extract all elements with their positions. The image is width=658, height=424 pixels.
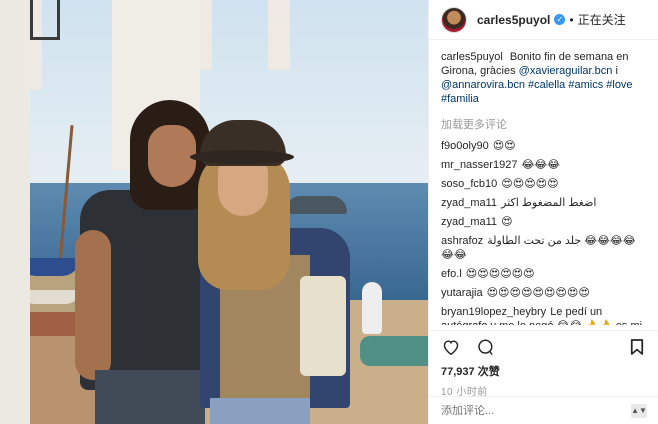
post-caption: carles5puyol Bonito fin de semana en Gir… (441, 50, 646, 106)
post-side-panel: carles5puyol ✓ • 正在关注 carles5puyol Bonit… (428, 0, 658, 424)
comment-icon[interactable] (475, 337, 495, 357)
comment-username[interactable]: f9o0oly90 (441, 140, 489, 152)
caption-separator: i (615, 65, 618, 77)
load-more-comments-button[interactable]: 加载更多评论 (441, 116, 646, 132)
comment-text: 😍😍😍😍😍😍😍😍😍 (486, 287, 590, 299)
comment-username[interactable]: efo.l (441, 268, 462, 280)
comment-item: efo.l 😍😍😍😍😍😍 (441, 267, 646, 281)
caption-mention-1[interactable]: @xavieraguilar.bcn (519, 65, 613, 77)
post-photo[interactable] (0, 0, 428, 424)
action-icons-row (441, 331, 647, 363)
photo-tote-bag (300, 276, 346, 376)
comment-item: f9o0oly90 😍😍 (441, 139, 646, 153)
post-actions: 77,937 次赞 10 小时前 (429, 330, 658, 398)
comment-text: اضغط المضغوط اكثر (501, 197, 597, 209)
heart-icon[interactable] (441, 337, 461, 357)
comment-username[interactable]: zyad_ma11 (441, 216, 497, 228)
avatar[interactable] (441, 6, 467, 33)
comment-username[interactable]: bryan19lopez_heybry (441, 306, 546, 318)
comment-item: yutarajia 😍😍😍😍😍😍😍😍😍 (441, 286, 646, 300)
photo-island (285, 196, 347, 214)
photo-background-person (362, 282, 382, 334)
photo-man-face (148, 125, 196, 187)
verified-badge-icon: ✓ (554, 14, 566, 25)
comment-username[interactable]: yutarajia (441, 287, 483, 299)
photo-boat-right (360, 336, 428, 366)
caption-mention-2[interactable]: @annarovira.bcn (441, 79, 525, 91)
more-options-icon[interactable]: ▲▼ (631, 403, 647, 418)
bookmark-icon[interactable] (627, 337, 647, 357)
add-comment-bar: ▲▼ (429, 396, 658, 424)
comment-item: ashrafoz جلد من تحت الطاولة 😂😂😂😂😂😂 (441, 234, 646, 262)
comment-item: bryan19lopez_heybryLe pedí un autógrafo … (441, 305, 646, 325)
post-header: carles5puyol ✓ • 正在关注 (429, 0, 658, 40)
add-comment-input[interactable] (441, 404, 631, 417)
caption-username[interactable]: carles5puyol (441, 51, 503, 63)
photo-man-arm (75, 230, 111, 380)
photo-lamp (30, 0, 60, 40)
photo-woman-jeans (210, 398, 310, 424)
comment-text: 😍😍 (492, 140, 516, 152)
comment-text: 😂😂😂 (521, 159, 560, 171)
photo-man-jeans (95, 370, 205, 424)
separator-dot: • (569, 12, 574, 27)
comment-username[interactable]: ashrafoz (441, 235, 483, 247)
header-username[interactable]: carles5puyol (477, 13, 550, 27)
follow-button[interactable]: 正在关注 (578, 11, 626, 28)
comment-text: 😍😍😍😍😍 (501, 178, 559, 190)
comment-text: 😍 (501, 216, 513, 228)
comment-item: zyad_ma11 😍 (441, 215, 646, 229)
comment-username[interactable]: zyad_ma11 (441, 197, 497, 209)
photo-woman-hat-brim (190, 150, 294, 164)
likes-count[interactable]: 77,937 次赞 (441, 363, 647, 379)
comment-text: 😍😍😍😍😍😍 (465, 268, 535, 280)
comment-item: zyad_ma11 اضغط المضغوط اكثر (441, 196, 646, 210)
comment-username[interactable]: mr_nasser1927 (441, 159, 517, 171)
comments-list: carles5puyol Bonito fin de semana en Gir… (429, 40, 658, 325)
photo-arch-right (190, 0, 290, 70)
comment-item: mr_nasser1927 😂😂😂 (441, 158, 646, 172)
comment-item: soso_fcb10 😍😍😍😍😍 (441, 177, 646, 191)
comment-username[interactable]: soso_fcb10 (441, 178, 497, 190)
